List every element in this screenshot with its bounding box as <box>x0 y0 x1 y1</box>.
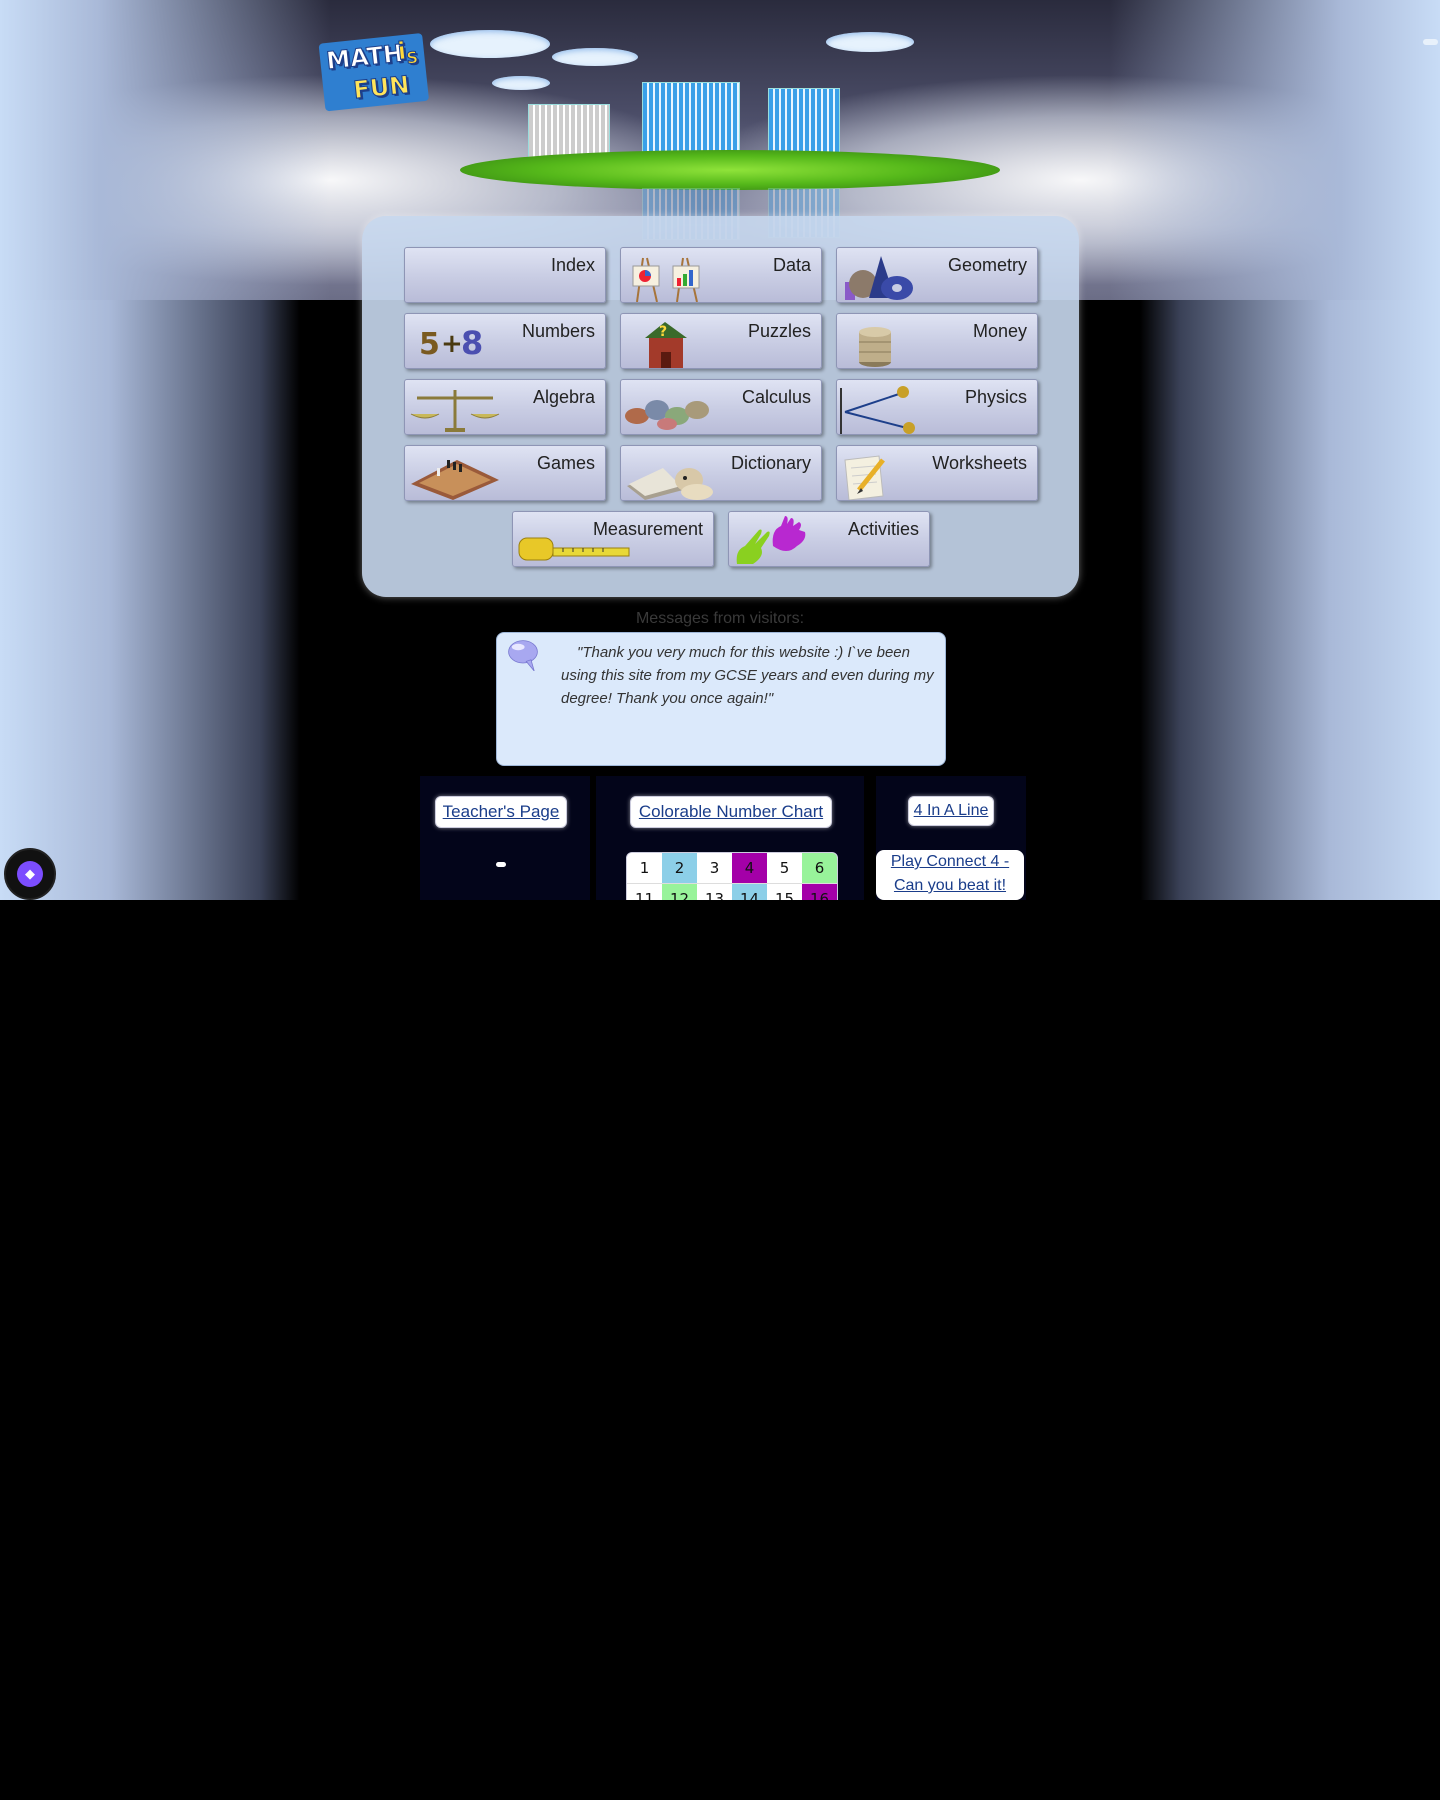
balance-scale-icon <box>410 390 500 432</box>
accessibility-icon: ◆ <box>17 861 43 887</box>
number-chart-row: 1 2 3 4 5 6 <box>627 853 837 884</box>
menu-button-puzzles[interactable]: ? Puzzles <box>620 313 822 369</box>
menu-button-activities[interactable]: Activities <box>728 511 930 567</box>
visitor-message-box: "Thank you very much for this website :)… <box>496 632 946 766</box>
menu-button-numbers[interactable]: 5 + 8 Numbers <box>404 313 606 369</box>
hands-icon <box>736 516 806 564</box>
menu-button-label: Dictionary <box>730 453 811 473</box>
menu-button-label: Money <box>972 321 1027 341</box>
menu-button-label: Index <box>550 255 595 275</box>
number-cell[interactable]: 1 <box>627 853 662 884</box>
menu-button-label: Puzzles <box>747 321 811 341</box>
site-logo[interactable]: MATH i S FUN <box>318 32 434 116</box>
number-cell[interactable]: 5 <box>767 853 802 884</box>
page-viewport: MATH i S FUN Index Data Geometry 5 + 8 N… <box>0 0 1440 900</box>
pencil-paper-icon <box>844 455 885 500</box>
accessibility-button[interactable]: ◆ <box>4 848 56 900</box>
four-in-a-line-link[interactable]: 4 In A Line <box>908 796 994 826</box>
menu-button-index[interactable]: Index <box>404 247 606 303</box>
dog-book-icon <box>627 468 713 500</box>
number-chart-row: 11 12 13 14 15 16 <box>627 883 837 900</box>
number-chart-grid[interactable]: 1 2 3 4 5 6 11 12 13 14 15 16 <box>626 852 838 900</box>
colorable-number-chart-link[interactable]: Colorable Number Chart <box>630 796 832 828</box>
number-cell[interactable]: 11 <box>627 883 662 900</box>
menu-button-worksheets[interactable]: Worksheets <box>836 445 1038 501</box>
coins-icon <box>859 327 891 367</box>
svg-text:?: ? <box>659 324 667 340</box>
island-decoration <box>460 150 1000 190</box>
teacher-column <box>420 776 590 900</box>
number-cell[interactable]: 2 <box>662 853 697 884</box>
scroll-indicator <box>1423 39 1438 45</box>
visitor-message-text: "Thank you very much for this website :)… <box>561 644 934 707</box>
cloud-decoration <box>492 76 550 90</box>
number-cell[interactable]: 14 <box>732 883 767 900</box>
menu-button-label: Games <box>536 453 595 473</box>
menu-button-label: Geometry <box>947 255 1027 275</box>
easel-charts-icon <box>632 257 700 302</box>
menu-button-money[interactable]: Money <box>836 313 1038 369</box>
number-cell[interactable]: 3 <box>697 853 732 884</box>
number-cell[interactable]: 6 <box>802 853 837 884</box>
svg-text:+: + <box>441 329 463 359</box>
5-plus-8-icon: 5 + 8 <box>419 324 483 362</box>
speech-bubble-icon <box>508 640 538 671</box>
menu-button-label: Worksheets <box>932 453 1027 473</box>
menu-button-label: Measurement <box>592 519 703 539</box>
menu-button-algebra[interactable]: Algebra <box>404 379 606 435</box>
menu-button-label: Physics <box>964 387 1027 407</box>
number-cell[interactable]: 12 <box>662 883 697 900</box>
svg-text:5: 5 <box>419 327 440 362</box>
cloud-decoration <box>552 48 638 66</box>
menu-button-physics[interactable]: Physics <box>836 379 1038 435</box>
logo-text-s: S <box>405 47 419 68</box>
small-indicator <box>496 862 506 867</box>
shapes-icon <box>845 256 913 300</box>
chessboard-icon <box>411 460 499 500</box>
pebbles-icon <box>625 400 709 430</box>
number-cell[interactable]: 15 <box>767 883 802 900</box>
menu-button-measurement[interactable]: Measurement <box>512 511 714 567</box>
menu-button-calculus[interactable]: Calculus <box>620 379 822 435</box>
question-house-icon: ? <box>645 322 687 368</box>
menu-button-games[interactable]: Games <box>404 445 606 501</box>
sky-fade-right <box>1110 0 1440 300</box>
cloud-decoration <box>826 32 914 52</box>
connect-4-image-link[interactable]: Play Connect 4 - Can you beat it! <box>876 850 1024 900</box>
menu-button-label: Calculus <box>741 387 811 407</box>
menu-button-dictionary[interactable]: Dictionary <box>620 445 822 501</box>
number-cell[interactable]: 4 <box>732 853 767 884</box>
menu-button-geometry[interactable]: Geometry <box>836 247 1038 303</box>
menu-button-label: Data <box>772 255 811 275</box>
svg-text:8: 8 <box>461 324 483 362</box>
menu-button-label: Activities <box>847 519 919 539</box>
teacher-page-link[interactable]: Teacher's Page <box>435 796 567 828</box>
menu-button-data[interactable]: Data <box>620 247 822 303</box>
menu-button-label: Algebra <box>532 387 595 407</box>
number-cell[interactable]: 16 <box>802 883 837 900</box>
vectors-icon <box>840 386 915 434</box>
logo-text-fun: FUN <box>352 70 412 105</box>
cloud-decoration <box>430 30 550 58</box>
sky-fade-left <box>0 0 330 300</box>
menu-button-label: Numbers <box>521 321 595 341</box>
number-cell[interactable]: 13 <box>697 883 732 900</box>
messages-title: Messages from visitors: <box>635 610 805 627</box>
